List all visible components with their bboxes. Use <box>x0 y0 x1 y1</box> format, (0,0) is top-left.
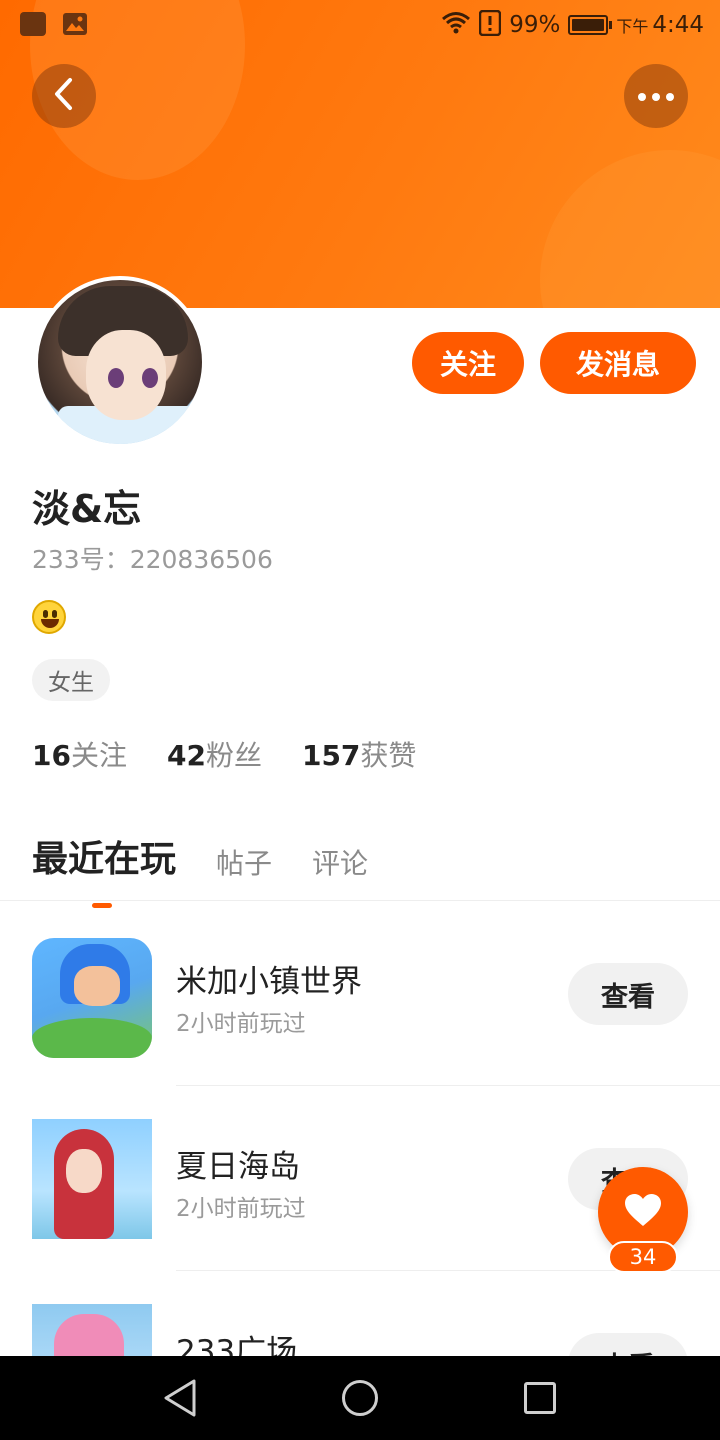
tab-posts[interactable]: 帖子 <box>216 842 272 882</box>
user-id: 233号：220836506 <box>32 540 273 576</box>
game-last-played: 2小时前玩过 <box>176 1196 306 1222</box>
like-count-badge: 34 <box>608 1241 678 1273</box>
profile-tabs: 最近在玩 帖子 评论 <box>32 830 368 908</box>
heart-icon <box>623 1192 663 1232</box>
game-title: 233广场 <box>176 1334 298 1356</box>
more-dots-icon <box>636 87 676 106</box>
divider <box>176 1085 720 1086</box>
clock: 4:44 <box>652 12 704 38</box>
gallery-icon <box>62 12 88 40</box>
user-id-label: 233号： <box>32 545 130 574</box>
gender-tag: 女生 <box>32 659 110 701</box>
tab-recently-played[interactable]: 最近在玩 <box>32 830 176 908</box>
game-title: 米加小镇世界 <box>176 964 362 1000</box>
send-message-button[interactable]: 发消息 <box>540 332 696 394</box>
system-nav-bar <box>0 1356 720 1440</box>
time-prefix: 下午 <box>616 17 649 36</box>
followers-stat[interactable]: 42粉丝 <box>167 734 262 774</box>
likes-stat: 157获赞 <box>301 739 417 772</box>
nav-home-icon[interactable] <box>342 1380 378 1416</box>
game-icon <box>32 938 152 1058</box>
header-decoration <box>540 150 720 308</box>
nav-back-icon[interactable] <box>162 1378 198 1422</box>
more-button[interactable] <box>624 64 688 128</box>
following-stat[interactable]: 16关注 <box>32 734 127 774</box>
view-button[interactable]: 查看 <box>568 1333 688 1356</box>
game-last-played: 2小时前玩过 <box>176 1011 306 1037</box>
game-list-item[interactable]: 米加小镇世界 2小时前玩过 查看 <box>0 902 720 1087</box>
alert-icon <box>478 9 502 40</box>
profile-stats: 16关注 42粉丝 157获赞 <box>32 734 416 774</box>
battery-icon <box>568 15 613 35</box>
chevron-left-icon <box>52 77 76 115</box>
username: 淡&忘 <box>32 487 142 531</box>
view-button[interactable]: 查看 <box>568 963 688 1025</box>
game-icon <box>32 1119 152 1239</box>
game-icon <box>32 1304 152 1356</box>
game-title: 夏日海岛 <box>176 1149 300 1185</box>
nav-recents-icon[interactable] <box>524 1382 556 1414</box>
user-id-value: 220836506 <box>129 545 273 574</box>
battery-percent: 99% <box>509 12 561 38</box>
wifi-icon <box>441 11 471 39</box>
avatar[interactable] <box>34 276 206 448</box>
game-list-item[interactable]: 233广场 查看 <box>0 1272 720 1356</box>
follow-button[interactable]: 关注 <box>412 332 524 394</box>
tab-comments[interactable]: 评论 <box>312 842 368 882</box>
grinning-face-emoji-icon <box>32 600 66 634</box>
divider <box>0 900 720 901</box>
app-square-icon <box>20 12 46 36</box>
back-button[interactable] <box>32 64 96 128</box>
status-bar: 99% 下午 4:44 <box>0 0 720 50</box>
